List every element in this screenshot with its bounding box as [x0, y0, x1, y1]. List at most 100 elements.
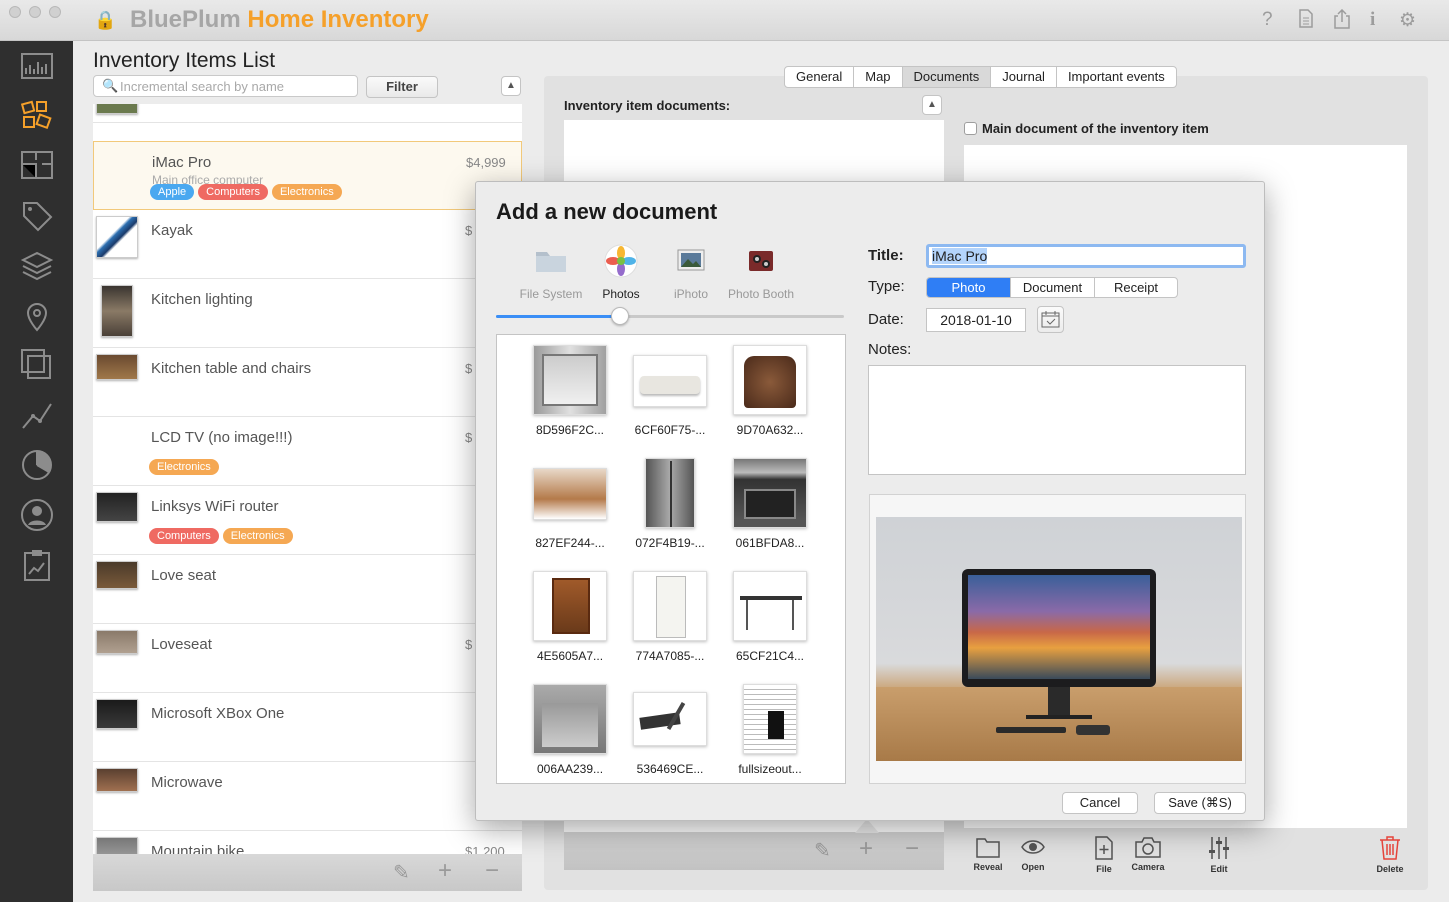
thumbnail-size-slider[interactable]: [496, 315, 844, 318]
photo-cell[interactable]: 061BFDA8...: [720, 458, 820, 550]
item-name: Kitchen table and chairs: [151, 360, 312, 377]
tags-icon[interactable]: [18, 198, 56, 234]
tab-documents[interactable]: Documents: [902, 67, 992, 87]
list-item[interactable]: iMac Pro Main office computer $4,999 App…: [93, 141, 522, 210]
layers-icon[interactable]: [18, 248, 56, 284]
photo-thumbnail: [743, 684, 797, 754]
source-file-system[interactable]: File System: [511, 244, 591, 301]
list-item[interactable]: Loveseat $: [93, 624, 522, 693]
location-pin-icon[interactable]: [18, 298, 56, 334]
type-photo[interactable]: Photo: [927, 278, 1011, 297]
collections-icon[interactable]: [18, 347, 56, 383]
lock-icon[interactable]: 🔒: [94, 10, 116, 31]
detail-tabs: General Map Documents Journal Important …: [784, 66, 1177, 88]
source-iphoto[interactable]: iPhoto: [651, 244, 731, 301]
photo-cell[interactable]: 072F4B19-...: [620, 458, 720, 550]
save-button[interactable]: Save (⌘S): [1154, 792, 1246, 814]
list-item[interactable]: [93, 104, 522, 123]
rooms-icon[interactable]: [18, 147, 56, 183]
minimize-window-button[interactable]: [29, 6, 41, 18]
dashboard-icon[interactable]: [18, 49, 56, 85]
list-item[interactable]: Microwave: [93, 762, 522, 831]
new-file-icon: [1095, 836, 1113, 860]
main-sidebar: [0, 41, 73, 902]
photo-caption: 6CF60F75-...: [634, 423, 706, 437]
photo-grid[interactable]: 8D596F2C... 6CF60F75-... 9D70A632... 827…: [496, 334, 846, 784]
list-item[interactable]: Love seat: [93, 555, 522, 624]
type-receipt[interactable]: Receipt: [1095, 278, 1177, 297]
open-button[interactable]: Open: [1008, 836, 1058, 872]
cancel-button[interactable]: Cancel: [1062, 792, 1138, 814]
collapse-search-button[interactable]: ▲: [501, 76, 521, 96]
photo-cell[interactable]: 827EF244-...: [520, 458, 620, 550]
source-photos[interactable]: Photos: [581, 244, 661, 301]
main-document-checkbox[interactable]: [964, 122, 977, 135]
zoom-window-button[interactable]: [49, 6, 61, 18]
calendar-button[interactable]: [1037, 306, 1064, 333]
camera-button[interactable]: Camera: [1123, 836, 1173, 872]
slider-knob[interactable]: [611, 307, 629, 325]
remove-icon[interactable]: −: [485, 857, 499, 885]
tab-important-events[interactable]: Important events: [1057, 67, 1176, 87]
tab-general[interactable]: General: [785, 67, 855, 87]
document-icon[interactable]: [1298, 9, 1314, 34]
list-item[interactable]: Kitchen lighting: [93, 279, 522, 348]
edit-document-icon[interactable]: ✎: [814, 838, 831, 863]
delete-button[interactable]: Delete: [1365, 836, 1415, 874]
edit-button[interactable]: Edit: [1194, 836, 1244, 874]
photo-cell[interactable]: 536469CE...: [620, 684, 720, 776]
inventory-list[interactable]: iMac Pro Main office computer $4,999 App…: [93, 104, 522, 854]
source-photo-booth[interactable]: Photo Booth: [721, 244, 801, 301]
photo-cell[interactable]: 006AA239...: [520, 684, 620, 776]
item-thumbnail: [96, 699, 138, 729]
documents-toolbar: ✎ + −: [564, 832, 944, 870]
type-document[interactable]: Document: [1011, 278, 1095, 297]
source-label: Photos: [602, 287, 640, 301]
photo-cell[interactable]: 774A7085-...: [620, 571, 720, 663]
collapse-documents-button[interactable]: ▲: [922, 95, 942, 115]
tag-badge: Apple: [150, 184, 195, 200]
notes-textarea[interactable]: [868, 365, 1246, 475]
date-field[interactable]: 2018-01-10: [926, 308, 1026, 332]
item-name: Microwave: [151, 774, 223, 791]
filter-button[interactable]: Filter: [366, 76, 438, 98]
file-button[interactable]: File: [1079, 836, 1129, 874]
photo-cell[interactable]: 8D596F2C...: [520, 345, 620, 437]
photo-cell[interactable]: 65CF21C4...: [720, 571, 820, 663]
item-name: Microsoft XBox One: [151, 705, 285, 722]
add-document-icon[interactable]: +: [859, 835, 873, 863]
photo-thumbnail: [633, 692, 707, 746]
add-icon[interactable]: +: [438, 857, 452, 885]
list-item[interactable]: Linksys WiFi router Computers Electronic…: [93, 486, 522, 555]
inventory-items-icon[interactable]: [18, 98, 56, 134]
user-icon[interactable]: [18, 497, 56, 533]
remove-document-icon[interactable]: −: [905, 835, 919, 863]
photo-cell[interactable]: 4E5605A7...: [520, 571, 620, 663]
analytics-icon[interactable]: [18, 397, 56, 433]
list-item[interactable]: Mountain bike $1,200: [93, 831, 522, 854]
photo-cell[interactable]: 9D70A632...: [720, 345, 820, 437]
settings-gear-icon[interactable]: ⚙: [1399, 9, 1416, 32]
photo-cell[interactable]: fullsizeout...: [720, 684, 820, 776]
list-item[interactable]: Kayak $: [93, 210, 522, 279]
photo-cell[interactable]: 6CF60F75-...: [620, 345, 720, 437]
share-icon[interactable]: [1333, 8, 1351, 35]
tab-journal[interactable]: Journal: [991, 67, 1057, 87]
tag-badge: Electronics: [222, 528, 293, 544]
title-field[interactable]: iMac Pro: [926, 244, 1246, 268]
close-window-button[interactable]: [9, 6, 21, 18]
pie-chart-icon[interactable]: [18, 447, 56, 483]
item-price: $1,200: [465, 844, 505, 854]
help-icon[interactable]: ?: [1262, 9, 1273, 31]
reveal-button[interactable]: Reveal: [963, 836, 1013, 872]
report-clipboard-icon[interactable]: [18, 547, 56, 583]
photo-caption: 006AA239...: [536, 762, 604, 776]
tab-map[interactable]: Map: [854, 67, 903, 87]
info-icon[interactable]: i: [1370, 9, 1375, 31]
list-item[interactable]: LCD TV (no image!!!) $ Electronics: [93, 417, 522, 486]
date-label: Date:: [868, 311, 904, 328]
list-item[interactable]: Kitchen table and chairs $: [93, 348, 522, 417]
edit-icon[interactable]: ✎: [393, 860, 410, 885]
list-item[interactable]: Microsoft XBox One: [93, 693, 522, 762]
search-input[interactable]: 🔍 Incremental search by name: [93, 75, 358, 97]
